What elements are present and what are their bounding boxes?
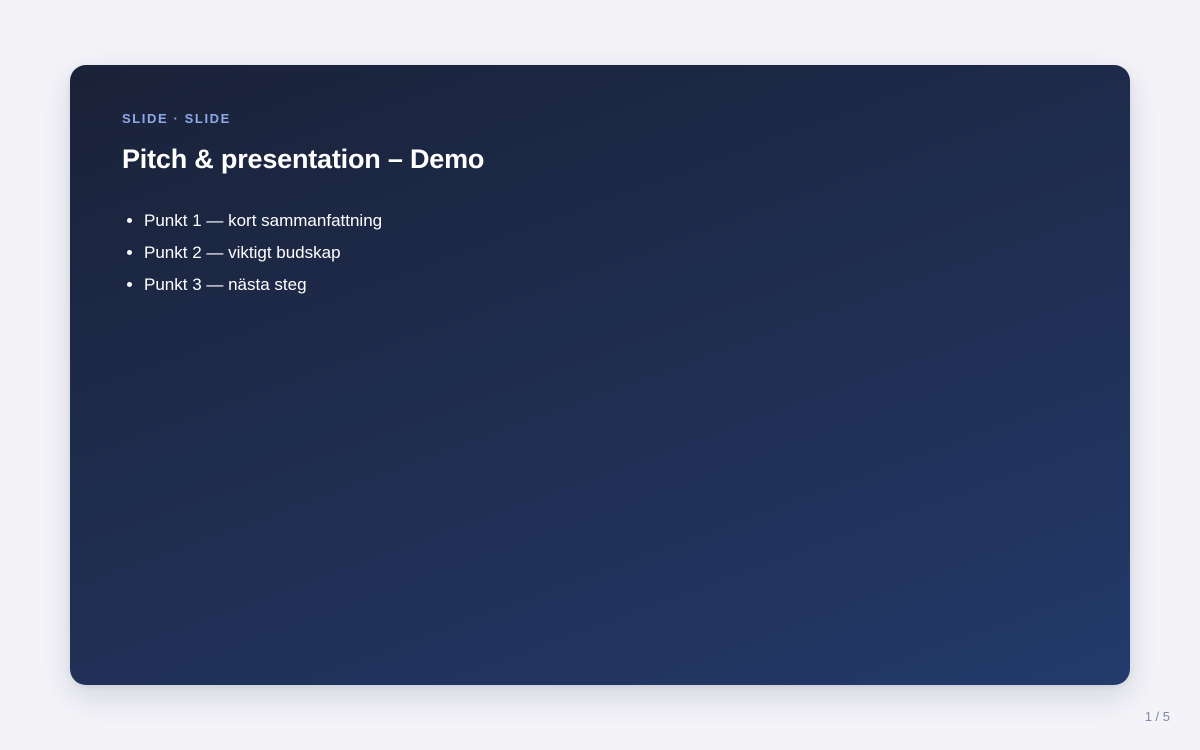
slide-kicker: SLIDE · SLIDE — [122, 111, 231, 126]
bullet-item: Punkt 3 — nästa steg — [144, 269, 1078, 301]
bullet-item: Punkt 2 — viktigt budskap — [144, 237, 1078, 269]
page-indicator: 1 / 5 — [1144, 709, 1170, 724]
slide-card: SLIDE · SLIDE Pitch & presentation – Dem… — [70, 65, 1130, 685]
bullet-item: Punkt 1 — kort sammanfattning — [144, 205, 1078, 237]
bullet-list: Punkt 1 — kort sammanfattning Punkt 2 — … — [122, 205, 1078, 301]
slide-title: Pitch & presentation – Demo — [122, 144, 485, 174]
